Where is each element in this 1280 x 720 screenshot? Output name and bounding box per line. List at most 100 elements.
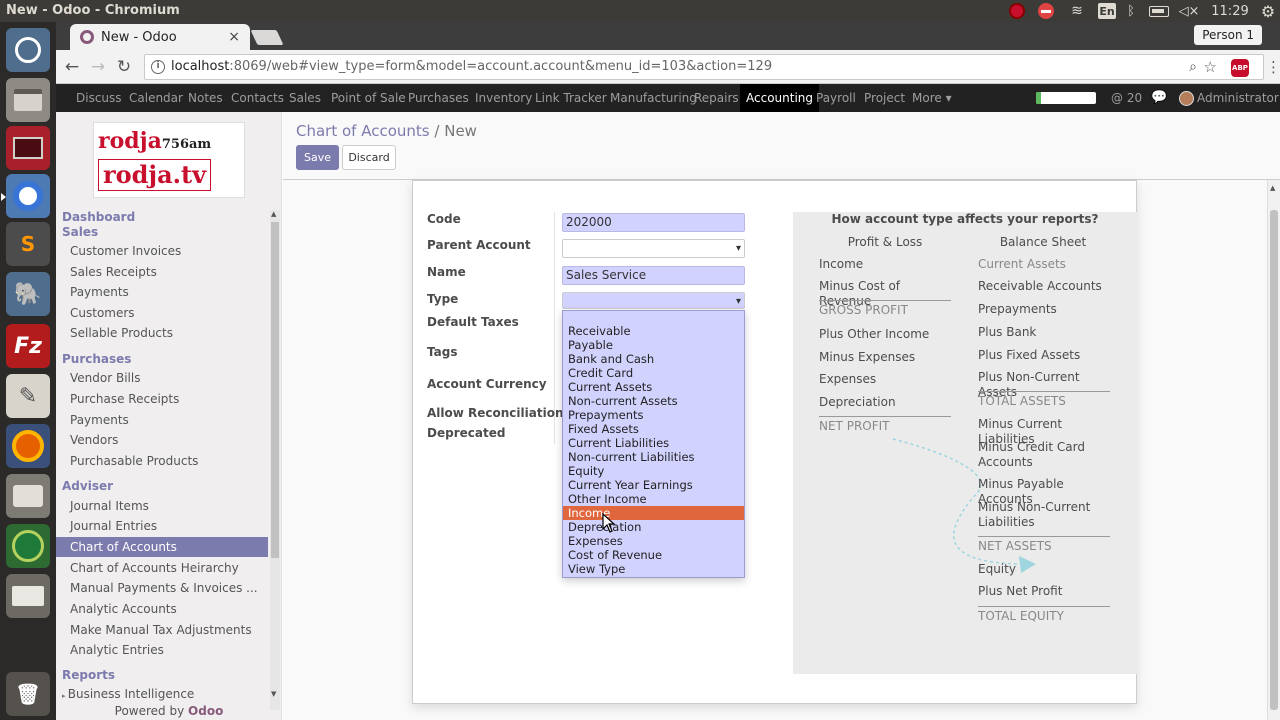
menu-calendar[interactable]: Calendar [123,84,189,112]
ubuntu-dash-icon[interactable] [6,28,50,72]
sidebar-item-payments[interactable]: Payments [56,282,268,302]
globe-app-icon[interactable] [6,524,50,568]
sidebar-item-vendor-bills[interactable]: Vendor Bills [56,368,268,388]
reload-icon[interactable]: ↻ [114,57,134,77]
sidebar-section-adviser[interactable]: Adviser [62,479,113,493]
parent-account-select[interactable] [562,239,745,258]
main-scrollbar[interactable]: ▲ [1267,180,1280,720]
menu-link-tracker[interactable]: Link Tracker [529,84,613,112]
disk-utility-icon[interactable] [6,474,50,518]
type-option-receivable[interactable]: Receivable [563,324,744,338]
terminal-icon[interactable] [6,126,50,170]
menu-contacts[interactable]: Contacts [225,84,290,112]
type-option-depreciation[interactable]: Depreciation [563,520,744,534]
sidebar-item-customers[interactable]: Customers [56,303,268,323]
type-option-cost-of-revenue[interactable]: Cost of Revenue [563,548,744,562]
type-option-current-liabilities[interactable]: Current Liabilities [563,436,744,450]
sidebar-item-chart-of-accounts-heirarchy[interactable]: Chart of Accounts Heirarchy [56,558,268,578]
type-option-fixed-assets[interactable]: Fixed Assets [563,422,744,436]
menu-purchases[interactable]: Purchases [402,84,475,112]
messages-counter[interactable]: @ 20 [1111,84,1142,112]
sidebar-item-purchasable-products[interactable]: Purchasable Products [56,451,268,471]
sidebar-section-reports[interactable]: Reports [62,668,115,682]
sidebar-item-analytic-accounts[interactable]: Analytic Accounts [56,599,268,619]
text-editor-icon[interactable]: ✎ [6,374,50,418]
sublime-text-icon[interactable]: S [6,222,50,266]
scrollbar-thumb[interactable] [271,222,279,558]
type-option-non-current-liabilities[interactable]: Non-current Liabilities [563,450,744,464]
sidebar-item-analytic-entries[interactable]: Analytic Entries [56,640,268,660]
sidebar-item-customer-invoices[interactable]: Customer Invoices [56,241,268,261]
sidebar-item-chart-of-accounts[interactable]: Chart of Accounts [56,537,268,557]
sidebar-item-sellable-products[interactable]: Sellable Products [56,323,268,343]
sidebar-dashboard[interactable]: Dashboard [62,210,135,224]
sidebar-item-manual-tax-adjustments[interactable]: Make Manual Tax Adjustments [56,620,268,640]
forward-arrow-icon[interactable]: → [88,57,108,77]
browser-tab[interactable]: New - Odoo × [70,24,250,50]
scroll-up-arrow-icon[interactable]: ▲ [271,210,276,218]
back-arrow-icon[interactable]: ← [62,57,82,77]
sidebar-item-vendors[interactable]: Vendors [56,430,268,450]
sidebar-item-sales-receipts[interactable]: Sales Receipts [56,262,268,282]
scroll-down-arrow-icon[interactable]: ▼ [271,690,276,698]
zoom-icon[interactable]: ⌕ [1189,59,1197,75]
type-option-non-current-assets[interactable]: Non-current Assets [563,394,744,408]
do-not-disturb-icon[interactable] [1037,2,1055,20]
adblock-plus-icon[interactable]: ABP [1231,59,1249,77]
file-manager-icon[interactable] [6,78,50,122]
type-option-prepayments[interactable]: Prepayments [563,408,744,422]
menu-sales[interactable]: Sales [283,84,327,112]
type-option-view-type[interactable]: View Type [563,562,744,576]
menu-more-dropdown[interactable]: More ▾ [906,84,958,112]
type-option-current-assets[interactable]: Current Assets [563,380,744,394]
sidebar-scrollbar[interactable]: ▲ ▼ [270,210,280,710]
record-indicator-icon[interactable] [1008,2,1026,20]
avatar[interactable] [1179,91,1194,106]
keyboard-language-indicator[interactable]: En [1098,3,1116,19]
scroll-up-arrow-icon[interactable]: ▲ [1270,184,1275,192]
type-option-expenses[interactable]: Expenses [563,534,744,548]
menu-discuss[interactable]: Discuss [70,84,128,112]
sidebar-item-purchase-receipts[interactable]: Purchase Receipts [56,389,268,409]
sidebar-item-business-intelligence[interactable]: ▸ Business Intelligence [56,684,268,704]
sidebar-section-sales[interactable]: Sales [62,225,98,239]
type-option-payable[interactable]: Payable [563,338,744,352]
sidebar-item-purchase-payments[interactable]: Payments [56,410,268,430]
menu-project[interactable]: Project [858,84,911,112]
menu-repairs[interactable]: Repairs [688,84,745,112]
type-option-equity[interactable]: Equity [563,464,744,478]
name-field[interactable]: Sales Service [562,266,745,285]
url-text[interactable]: localhost:8069/web#view_type=form&model=… [171,59,772,74]
tab-close-icon[interactable]: × [228,29,240,45]
pgadmin-elephant-icon[interactable]: 🐘 [6,272,50,316]
filezilla-icon[interactable]: Fz [6,324,50,368]
new-tab-button[interactable] [250,30,284,45]
trash-icon[interactable]: 🗑 [6,672,50,716]
site-info-icon[interactable]: i [151,60,165,74]
save-button[interactable]: Save [296,145,339,170]
address-bar[interactable]: i localhost:8069/web#view_type=form&mode… [144,54,1264,80]
type-option-other-income[interactable]: Other Income [563,492,744,506]
menu-inventory[interactable]: Inventory [469,84,538,112]
code-field[interactable]: 202000 [562,213,745,232]
profile-button[interactable]: Person 1 [1194,25,1262,45]
menu-point-of-sale[interactable]: Point of Sale [325,84,412,112]
type-option-bank-and-cash[interactable]: Bank and Cash [563,352,744,366]
menu-accounting[interactable]: Accounting [740,84,820,112]
battery-icon[interactable] [1148,2,1170,20]
system-gear-icon[interactable]: ⚙ [1258,2,1278,21]
sidebar-item-journal-items[interactable]: Journal Items [56,496,268,516]
removable-drive-icon[interactable] [6,574,50,618]
breadcrumb-parent[interactable]: Chart of Accounts [296,122,430,140]
sidebar-item-journal-entries[interactable]: Journal Entries [56,516,268,536]
type-select[interactable] [562,292,745,310]
type-option-income[interactable]: Income [563,506,744,520]
bookmark-star-icon[interactable]: ☆ [1204,58,1217,76]
sidebar-item-manual-payments[interactable]: Manual Payments & Invoices ... [56,578,268,598]
discard-button[interactable]: Discard [342,145,396,170]
chromium-icon[interactable] [1,174,50,218]
scrollbar-thumb[interactable] [1270,210,1278,710]
chat-bubble-icon[interactable]: 💬 [1151,84,1167,112]
wifi-icon[interactable]: ≋ [1067,2,1087,20]
firefox-icon[interactable] [6,424,50,468]
